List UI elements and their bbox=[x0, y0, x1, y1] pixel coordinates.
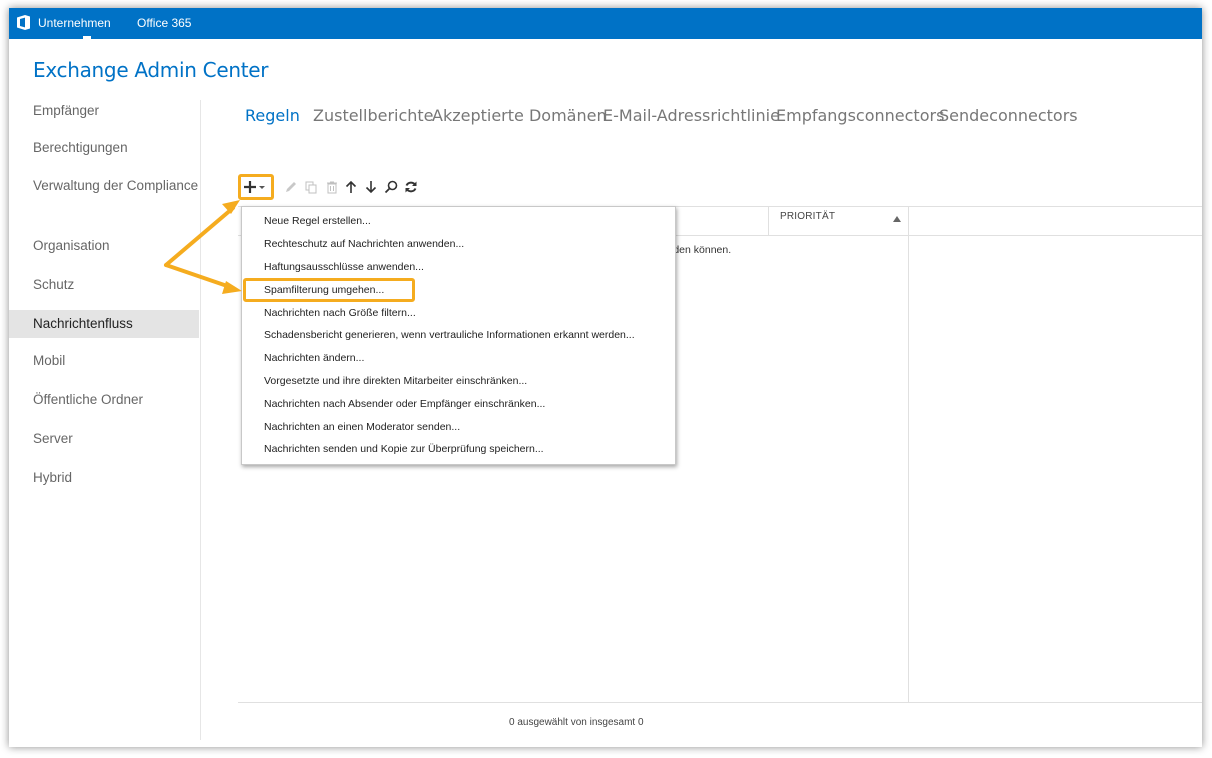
annotation-arrows bbox=[164, 200, 242, 294]
window-frame: Unternehmen Office 365 Exchange Admin Ce… bbox=[9, 8, 1202, 747]
